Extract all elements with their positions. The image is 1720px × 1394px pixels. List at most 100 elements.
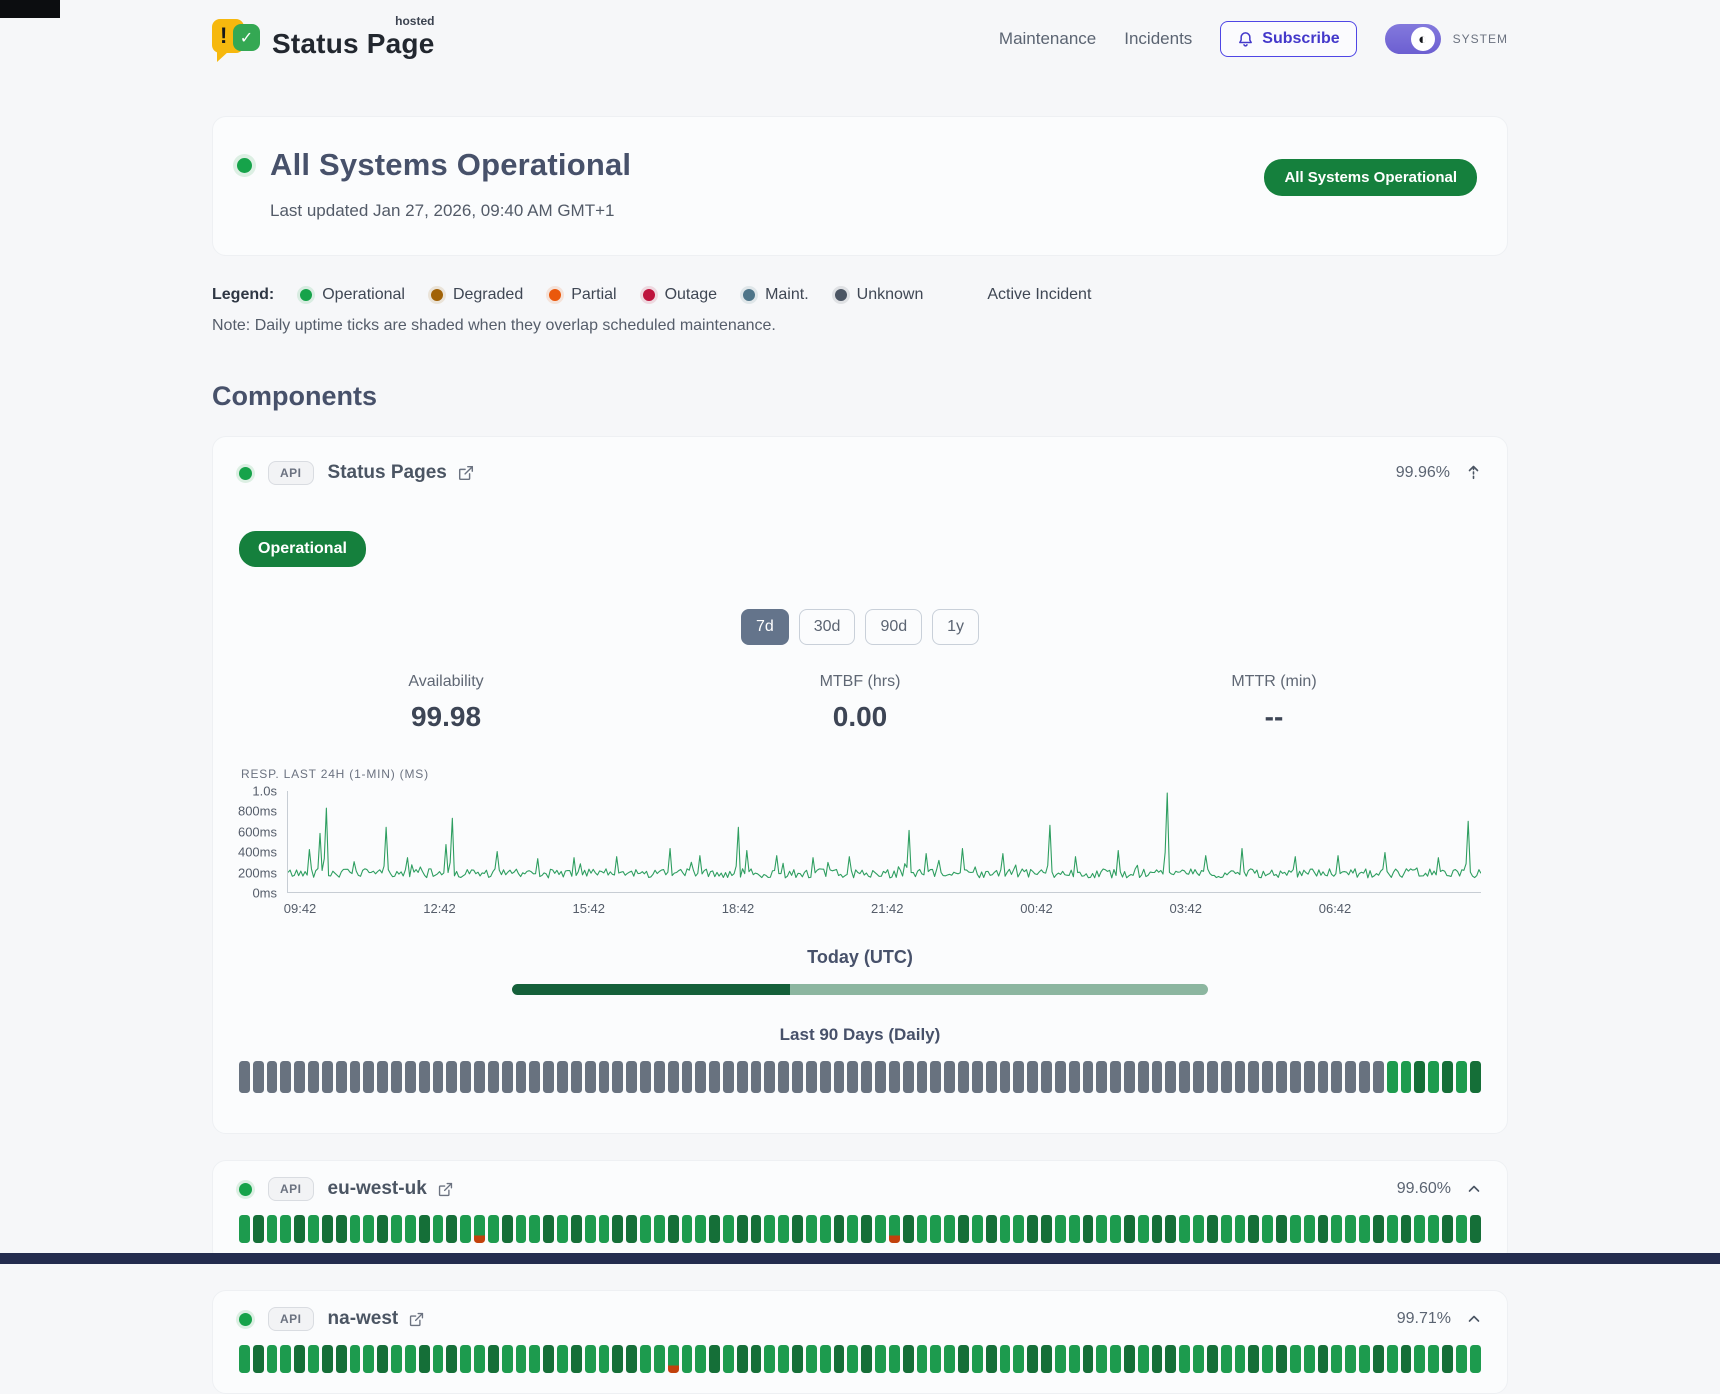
uptime-tick[interactable] [502,1061,513,1093]
uptime-tick[interactable] [806,1061,817,1093]
uptime-tick[interactable] [1442,1345,1453,1373]
uptime-tick[interactable] [1138,1345,1149,1373]
uptime-tick[interactable] [1221,1345,1232,1373]
expand-chevron-icon[interactable] [1467,1314,1481,1324]
uptime-tick[interactable] [1138,1061,1149,1093]
uptime-tick[interactable] [861,1345,872,1373]
uptime-tick[interactable] [1096,1345,1107,1373]
uptime-tick[interactable] [585,1215,596,1243]
uptime-tick[interactable] [585,1061,596,1093]
uptime-tick[interactable] [1096,1061,1107,1093]
uptime-tick[interactable] [889,1061,900,1093]
uptime-tick[interactable] [682,1061,693,1093]
uptime-tick[interactable] [529,1215,540,1243]
uptime-tick[interactable] [682,1215,693,1243]
uptime-ticks-status-pages[interactable] [239,1061,1481,1093]
uptime-tick[interactable] [944,1345,955,1373]
range-button-90d[interactable]: 90d [865,609,922,645]
uptime-tick[interactable] [1304,1215,1315,1243]
uptime-tick[interactable] [847,1061,858,1093]
range-button-7d[interactable]: 7d [741,609,789,645]
uptime-tick[interactable] [1193,1345,1204,1373]
uptime-tick[interactable] [1235,1061,1246,1093]
uptime-tick[interactable] [253,1345,264,1373]
expand-chevron-icon[interactable] [1467,1184,1481,1194]
uptime-tick[interactable] [239,1345,250,1373]
uptime-tick[interactable] [640,1345,651,1373]
uptime-tick[interactable] [1304,1061,1315,1093]
uptime-tick[interactable] [917,1215,928,1243]
uptime-tick[interactable] [709,1215,720,1243]
uptime-tick[interactable] [1165,1345,1176,1373]
uptime-tick[interactable] [986,1061,997,1093]
uptime-tick[interactable] [280,1215,291,1243]
collapse-arrow-icon[interactable] [1466,464,1481,482]
uptime-tick[interactable] [792,1345,803,1373]
uptime-tick[interactable] [433,1061,444,1093]
uptime-tick[interactable] [695,1061,706,1093]
uptime-tick[interactable] [1055,1345,1066,1373]
uptime-tick[interactable] [640,1215,651,1243]
uptime-tick[interactable] [1262,1215,1273,1243]
uptime-tick[interactable] [239,1061,250,1093]
uptime-tick[interactable] [1387,1061,1398,1093]
uptime-tick[interactable] [654,1215,665,1243]
uptime-tick[interactable] [377,1345,388,1373]
uptime-tick[interactable] [751,1345,762,1373]
uptime-tick[interactable] [377,1061,388,1093]
uptime-tick[interactable] [1207,1215,1218,1243]
uptime-tick[interactable] [308,1061,319,1093]
uptime-tick[interactable] [1331,1345,1342,1373]
range-button-1y[interactable]: 1y [932,609,979,645]
uptime-tick[interactable] [446,1345,457,1373]
subscribe-button[interactable]: Subscribe [1220,21,1356,57]
uptime-tick[interactable] [778,1345,789,1373]
uptime-tick[interactable] [571,1061,582,1093]
uptime-tick[interactable] [1456,1215,1467,1243]
uptime-tick[interactable] [1428,1345,1439,1373]
logo[interactable]: ! ✓ Status Page hosted [212,16,434,62]
uptime-tick[interactable] [405,1215,416,1243]
uptime-tick[interactable] [1041,1345,1052,1373]
uptime-tick[interactable] [640,1061,651,1093]
uptime-tick[interactable] [834,1061,845,1093]
uptime-tick[interactable] [792,1215,803,1243]
uptime-tick[interactable] [612,1345,623,1373]
uptime-tick[interactable] [502,1345,513,1373]
nav-incidents[interactable]: Incidents [1124,29,1192,49]
uptime-tick[interactable] [917,1061,928,1093]
uptime-tick[interactable] [889,1215,900,1243]
uptime-tick[interactable] [903,1061,914,1093]
uptime-ticks-eu-west-uk[interactable] [239,1215,1481,1243]
uptime-tick[interactable] [723,1061,734,1093]
uptime-tick[interactable] [682,1345,693,1373]
uptime-tick[interactable] [1345,1215,1356,1243]
uptime-tick[interactable] [294,1345,305,1373]
uptime-tick[interactable] [1318,1061,1329,1093]
uptime-tick[interactable] [1428,1215,1439,1243]
uptime-tick[interactable] [1110,1215,1121,1243]
uptime-tick[interactable] [543,1061,554,1093]
uptime-tick[interactable] [737,1061,748,1093]
external-link-icon[interactable] [457,464,475,482]
uptime-tick[interactable] [1345,1345,1356,1373]
uptime-tick[interactable] [1165,1061,1176,1093]
uptime-tick[interactable] [1456,1345,1467,1373]
uptime-tick[interactable] [1193,1215,1204,1243]
theme-toggle[interactable]: ◐ [1385,24,1441,54]
uptime-tick[interactable] [751,1215,762,1243]
uptime-tick[interactable] [336,1215,347,1243]
uptime-tick[interactable] [751,1061,762,1093]
uptime-tick[interactable] [377,1215,388,1243]
uptime-tick[interactable] [1262,1345,1273,1373]
uptime-tick[interactable] [958,1061,969,1093]
uptime-tick[interactable] [294,1061,305,1093]
uptime-tick[interactable] [571,1215,582,1243]
uptime-tick[interactable] [1401,1215,1412,1243]
uptime-tick[interactable] [1013,1345,1024,1373]
uptime-tick[interactable] [1401,1345,1412,1373]
uptime-tick[interactable] [709,1061,720,1093]
uptime-tick[interactable] [460,1215,471,1243]
uptime-tick[interactable] [336,1061,347,1093]
uptime-tick[interactable] [1138,1215,1149,1243]
